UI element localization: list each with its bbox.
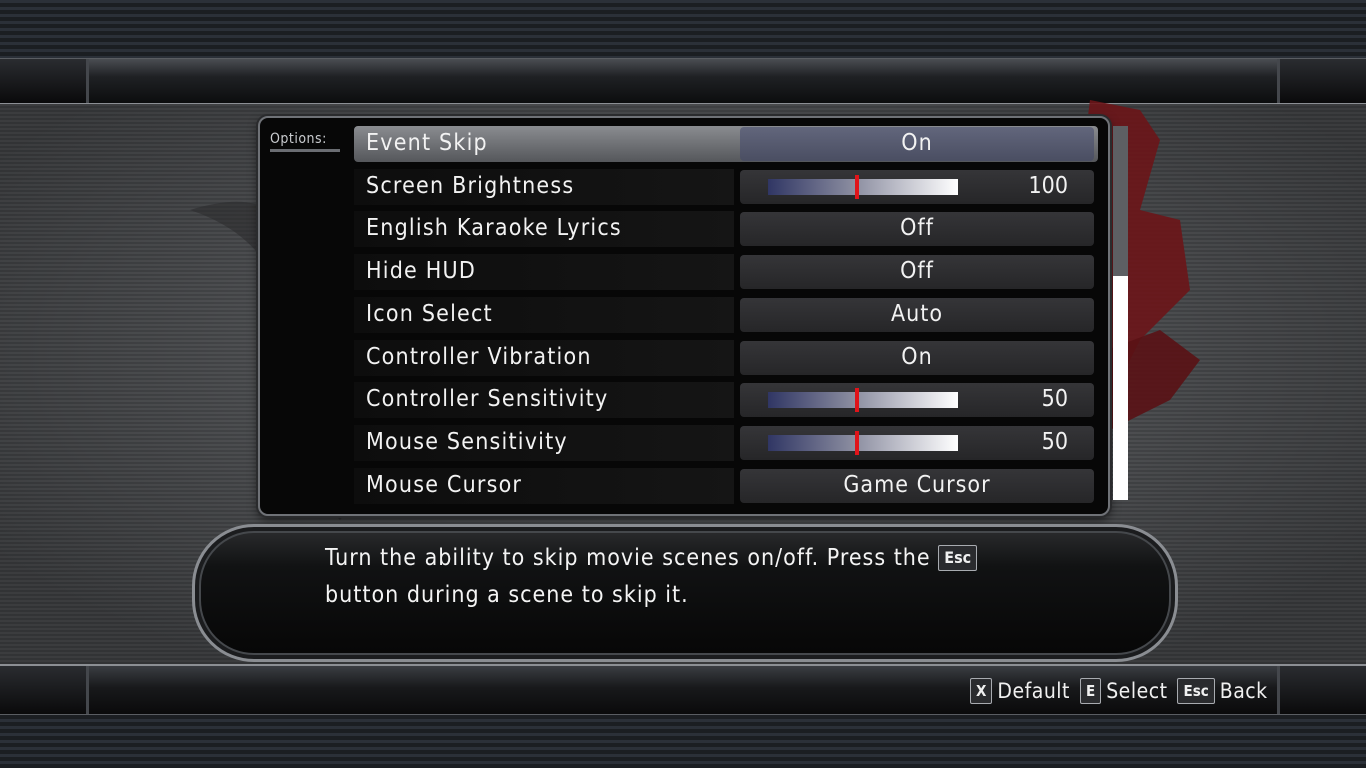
description-line-end: button during a scene to skip it.: [325, 582, 689, 608]
slider-value: 50: [1041, 386, 1068, 413]
controls-hint-bar: X Default E Select Esc Back: [970, 676, 1278, 706]
bottom-stripes: [0, 712, 1366, 768]
option-value-box[interactable]: On: [740, 127, 1094, 161]
hint-default[interactable]: X Default: [970, 678, 1070, 704]
description-text: Turn the ability to skip movie scenes on…: [325, 540, 1025, 614]
description-line-start: Turn the ability to skip movie scenes on…: [325, 545, 931, 571]
option-label: Icon Select: [366, 300, 493, 327]
option-value: On: [901, 130, 933, 156]
option-label: Event Skip: [366, 130, 488, 156]
option-value: Auto: [890, 300, 944, 327]
option-label: Controller Vibration: [366, 343, 592, 370]
option-row-english-karaoke-lyrics[interactable]: English Karaoke Lyrics Off: [354, 211, 1098, 248]
option-row-controller-vibration[interactable]: Controller Vibration On: [354, 339, 1098, 376]
option-value: Off: [900, 258, 934, 285]
option-label: Controller Sensitivity: [366, 386, 609, 413]
option-row-mouse-cursor[interactable]: Mouse Cursor Game Cursor: [354, 467, 1098, 504]
slider-gradient-bar[interactable]: [768, 388, 958, 413]
hint-select-label: Select: [1106, 679, 1168, 703]
hint-select[interactable]: E Select: [1079, 678, 1168, 704]
esc-key-icon: Esc: [938, 545, 978, 571]
hint-default-label: Default: [997, 679, 1070, 703]
option-value-box[interactable]: Game Cursor: [740, 468, 1094, 503]
option-row-event-skip[interactable]: Event Skip On: [354, 126, 1098, 162]
x-key-icon: X: [970, 678, 993, 704]
option-label: Screen Brightness: [366, 172, 575, 199]
slider-marker[interactable]: [855, 388, 860, 413]
option-value: Game Cursor: [843, 471, 991, 498]
option-row-hide-hud[interactable]: Hide HUD Off: [354, 254, 1098, 291]
option-slider-box[interactable]: 100: [740, 169, 1094, 204]
option-slider-box[interactable]: 50: [740, 425, 1094, 460]
option-value: Off: [900, 215, 934, 242]
top-frame-bar: [0, 58, 1366, 105]
option-value-box[interactable]: Off: [740, 212, 1094, 247]
option-value-box[interactable]: On: [740, 340, 1094, 375]
slider-marker[interactable]: [855, 430, 860, 455]
slider-gradient-bar[interactable]: [768, 174, 958, 199]
option-label: English Karaoke Lyrics: [366, 215, 622, 242]
option-value-box[interactable]: Auto: [740, 297, 1094, 332]
option-slider-box[interactable]: 50: [740, 383, 1094, 418]
slider-gradient-bar[interactable]: [768, 430, 958, 455]
slider-value: 100: [1028, 172, 1069, 199]
e-key-icon: E: [1079, 678, 1102, 704]
option-label: Hide HUD: [366, 258, 477, 285]
option-row-icon-select[interactable]: Icon Select Auto: [354, 296, 1098, 333]
option-row-screen-brightness[interactable]: Screen Brightness 100: [354, 168, 1098, 205]
option-value-box[interactable]: Off: [740, 255, 1094, 290]
hint-back[interactable]: Esc Back: [1177, 678, 1267, 704]
slider-value: 50: [1041, 428, 1068, 455]
slider-marker[interactable]: [855, 174, 860, 199]
option-value: On: [901, 343, 933, 370]
option-row-mouse-sensitivity[interactable]: Mouse Sensitivity 50: [354, 424, 1098, 461]
scrollbar-upper: [1113, 126, 1128, 276]
option-row-controller-sensitivity[interactable]: Controller Sensitivity 50: [354, 382, 1098, 419]
esc-key-icon: Esc: [1177, 678, 1215, 704]
top-stripes: [0, 0, 1366, 58]
option-label: Mouse Cursor: [366, 471, 523, 498]
options-label: Options:: [270, 131, 340, 152]
scrollbar-thumb[interactable]: [1113, 276, 1128, 500]
option-label: Mouse Sensitivity: [366, 428, 568, 455]
hint-back-label: Back: [1219, 679, 1268, 703]
